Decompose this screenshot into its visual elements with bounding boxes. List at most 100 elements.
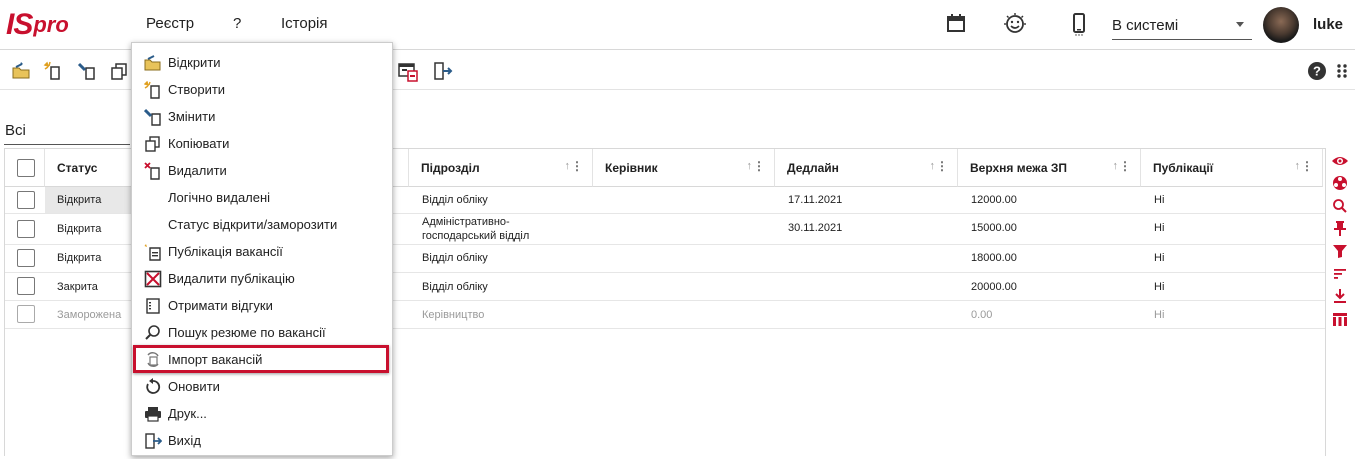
salary-cell: 18000.00 — [971, 252, 1017, 264]
department-cell-line2: господарський відділ — [422, 230, 530, 242]
salary-cell: 20000.00 — [971, 281, 1017, 293]
report-icon[interactable] — [398, 61, 418, 82]
sort-icon[interactable]: ↑ — [747, 160, 753, 172]
filter-icon[interactable] — [1331, 242, 1349, 260]
menu-item-delete[interactable]: Видалити — [132, 157, 392, 184]
import-highlight-box — [133, 345, 389, 373]
user-name[interactable]: luke — [1313, 16, 1343, 33]
row-checkbox[interactable] — [17, 191, 35, 209]
mobile-icon[interactable] — [1068, 12, 1092, 36]
copy-icon[interactable] — [109, 61, 129, 81]
filter-select[interactable]: Всі — [5, 122, 26, 139]
exit-icon[interactable] — [433, 61, 453, 81]
copy-icon — [144, 135, 162, 153]
create-icon[interactable] — [43, 61, 63, 81]
row-checkbox[interactable] — [17, 220, 35, 238]
menu-item-refresh[interactable]: Оновити — [132, 373, 392, 400]
column-header-salary[interactable]: Верхня межа ЗП ↑ ⋮ — [958, 149, 1141, 187]
publications-cell: Ні — [1154, 309, 1165, 321]
status-cell: Закрита — [57, 281, 98, 293]
menu-history[interactable]: Історія — [281, 15, 328, 32]
help-icon[interactable]: ? — [1307, 61, 1327, 81]
filter-underline — [4, 144, 130, 145]
salary-cell: 0.00 — [971, 309, 993, 321]
edit-icon[interactable] — [77, 61, 97, 81]
sort-icon[interactable]: ↑ — [930, 160, 936, 172]
exit-icon — [144, 432, 163, 450]
department-cell: Відділ обліку — [422, 281, 488, 293]
menu-item-delete-publication[interactable]: Видалити публікацію — [132, 265, 392, 292]
column-menu-icon[interactable]: ⋮ — [1119, 159, 1131, 173]
table-icon[interactable] — [1331, 310, 1349, 328]
print-icon — [144, 405, 162, 423]
menu-registry[interactable]: Реєстр — [146, 15, 194, 32]
menu-item-status-toggle[interactable]: Статус відкрити/заморозити — [132, 211, 392, 238]
column-header-manager[interactable]: Керівник ↑ ⋮ — [593, 149, 775, 187]
avatar[interactable] — [1263, 7, 1299, 43]
delete-icon — [144, 162, 162, 180]
department-cell: Керівництво — [422, 309, 485, 321]
select-all-checkbox[interactable] — [17, 159, 35, 177]
column-menu-icon[interactable]: ⋮ — [936, 159, 948, 173]
status-cell: Заморожена — [57, 309, 122, 321]
publications-cell: Ні — [1154, 222, 1165, 234]
menu-help[interactable]: ? — [233, 15, 241, 32]
refresh-icon — [144, 378, 162, 396]
column-menu-icon[interactable]: ⋮ — [1301, 159, 1313, 173]
menu-item-logically-deleted[interactable]: Логічно видалені — [132, 184, 392, 211]
menu-item-create[interactable]: Створити — [132, 76, 392, 103]
open-folder-icon — [144, 54, 162, 72]
menu-item-edit[interactable]: Змінити — [132, 103, 392, 130]
grid-side-toolbar — [1327, 148, 1355, 456]
status-select[interactable]: В системі — [1112, 14, 1252, 40]
salary-cell: 12000.00 — [971, 194, 1017, 206]
menu-item-get-responses[interactable]: Отримати відгуки — [132, 292, 392, 319]
salary-cell: 15000.00 — [971, 222, 1017, 234]
sort-icon[interactable]: ↑ — [1113, 160, 1119, 172]
row-checkbox[interactable] — [17, 305, 35, 323]
column-header-publications[interactable]: Публікації ↑ ⋮ — [1141, 149, 1323, 187]
menu-item-publish[interactable]: Публікація вакансії — [132, 238, 392, 265]
deadline-cell: 30.11.2021 — [788, 222, 843, 234]
eye-icon[interactable] — [1331, 152, 1349, 170]
ispro-logo[interactable]: IS pro — [6, 6, 69, 44]
search-icon[interactable] — [1331, 197, 1349, 215]
column-menu-icon[interactable]: ⋮ — [571, 159, 583, 173]
select-all-header — [5, 149, 45, 187]
row-checkbox[interactable] — [17, 277, 35, 295]
responses-icon — [144, 297, 162, 315]
calendar-icon[interactable] — [945, 12, 969, 36]
status-cell: Відкрита — [57, 223, 102, 235]
columns-wheel-icon[interactable] — [1331, 174, 1349, 192]
publications-cell: Ні — [1154, 194, 1165, 206]
search-icon — [144, 324, 162, 342]
chevron-down-icon — [1236, 22, 1244, 27]
menu-item-copy[interactable]: Копіювати — [132, 130, 392, 157]
pin-icon[interactable] — [1331, 219, 1349, 237]
registry-dropdown-menu: Відкрити Створити Змінити Копіювати Вида… — [131, 42, 393, 456]
publications-cell: Ні — [1154, 252, 1165, 264]
status-cell: Відкрита — [57, 252, 102, 264]
sort-icon[interactable]: ↑ — [1295, 160, 1301, 172]
grid-menu-icon[interactable] — [1335, 62, 1355, 82]
sort-lines-icon[interactable] — [1331, 265, 1349, 283]
column-header-department[interactable]: Підрозділ ↑ ⋮ — [409, 149, 593, 187]
menu-item-print[interactable]: Друк... — [132, 400, 392, 427]
sort-icon[interactable]: ↑ — [565, 160, 571, 172]
column-header-deadline[interactable]: Дедлайн ↑ ⋮ — [775, 149, 958, 187]
mood-icon[interactable] — [1003, 12, 1027, 36]
menu-item-open[interactable]: Відкрити — [132, 49, 392, 76]
publications-cell: Ні — [1154, 281, 1165, 293]
column-menu-icon[interactable]: ⋮ — [753, 159, 765, 173]
row-checkbox[interactable] — [17, 249, 35, 267]
edit-icon — [143, 108, 162, 126]
department-cell: Відділ обліку — [422, 252, 488, 264]
svg-text:?: ? — [1313, 64, 1321, 79]
delete-publication-icon — [144, 270, 162, 288]
menu-item-search-resume[interactable]: Пошук резюме по вакансії — [132, 319, 392, 346]
publish-icon — [144, 243, 162, 261]
status-cell: Відкрита — [57, 194, 102, 206]
menu-item-exit[interactable]: Вихід — [132, 427, 392, 454]
download-icon[interactable] — [1331, 287, 1349, 305]
open-folder-icon[interactable] — [11, 61, 31, 81]
